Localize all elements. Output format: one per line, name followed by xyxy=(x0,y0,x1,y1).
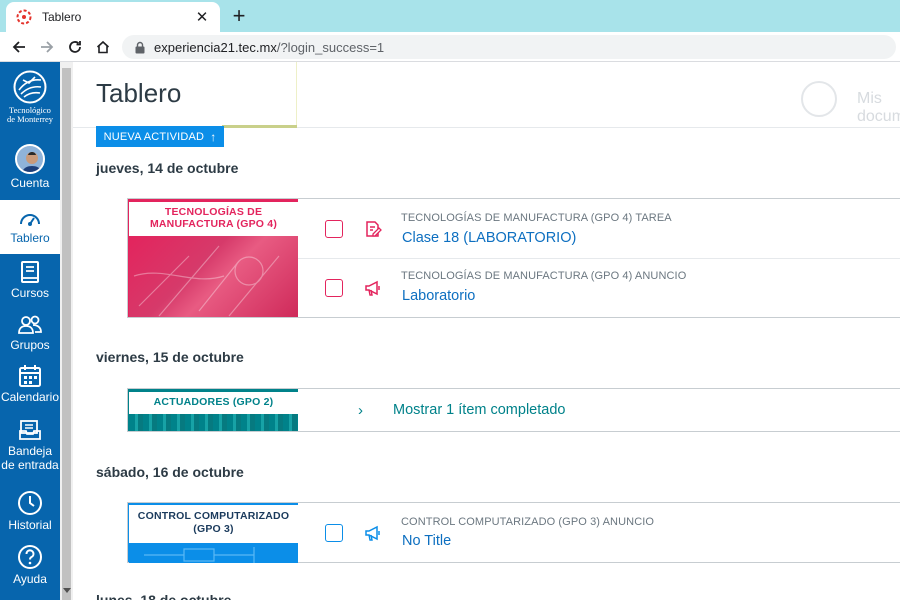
groups-icon xyxy=(18,315,42,334)
tec-logo-icon xyxy=(13,70,47,104)
item-title-link[interactable]: Clase 18 (LABORATORIO) xyxy=(402,230,576,246)
back-icon[interactable] xyxy=(8,36,30,58)
page-title: Tablero xyxy=(96,78,182,108)
day-heading-partial: lunes, 18 de octubre xyxy=(96,592,232,600)
day-heading: viernes, 15 de octubre xyxy=(96,349,244,365)
address-bar: experiencia21.tec.mx/?login_success=1 xyxy=(0,32,900,62)
nav-history[interactable]: Historial xyxy=(0,490,60,534)
item-meta: TECNOLOGÍAS DE MANUFACTURA (GPO 4) TAREA xyxy=(401,212,672,224)
tec-logo[interactable]: Tecnológico de Monterrey xyxy=(0,70,60,124)
clock-icon xyxy=(18,491,42,515)
reload-icon[interactable] xyxy=(64,36,86,58)
scroll-thumb[interactable] xyxy=(62,68,71,600)
nav-label: Historial xyxy=(8,518,52,532)
show-completed-label: Mostrar 1 ítem completado xyxy=(393,402,566,418)
nav-label: Tablero xyxy=(10,231,50,245)
url-input[interactable]: experiencia21.tec.mx/?login_success=1 xyxy=(122,35,896,59)
ghost-text: Mis documentos xyxy=(857,90,900,125)
course-image xyxy=(129,543,298,563)
scroll-down-icon[interactable] xyxy=(63,588,71,593)
planner-item[interactable]: CONTROL COMPUTARIZADO (GPO 3) ANUNCIO No… xyxy=(298,503,900,562)
tab-title: Tablero xyxy=(42,10,82,24)
nav-label: Cuenta xyxy=(10,176,50,190)
canvas-favicon-icon xyxy=(16,9,32,25)
assignment-icon xyxy=(366,221,382,237)
show-completed-toggle[interactable]: › Mostrar 1 ítem completado xyxy=(298,389,900,432)
nav-groups[interactable]: Grupos xyxy=(0,314,60,354)
nav-label: Ayuda xyxy=(13,572,47,586)
inbox-icon xyxy=(19,420,41,440)
url-host: experiencia21.tec.mx xyxy=(154,39,277,55)
calendar-icon xyxy=(19,365,41,387)
announcement-icon xyxy=(365,280,380,296)
url-path: /?login_success=1 xyxy=(276,39,385,55)
nav-courses[interactable]: Cursos xyxy=(0,260,60,302)
course-card[interactable]: CONTROL COMPUTARIZADO (GPO 3) xyxy=(128,503,298,563)
day-heading: jueves, 14 de octubre xyxy=(96,160,239,176)
course-group-control: CONTROL COMPUTARIZADO (GPO 3) CONTROL CO… xyxy=(127,502,900,563)
complete-checkbox[interactable] xyxy=(325,279,343,297)
logo-text: Tecnológico de Monterrey xyxy=(6,105,54,124)
nav-account[interactable]: Cuenta xyxy=(0,144,60,194)
chevron-right-icon: › xyxy=(358,402,363,419)
planner-item[interactable]: TECNOLOGÍAS DE MANUFACTURA (GPO 4) ANUNC… xyxy=(298,259,900,317)
complete-checkbox[interactable] xyxy=(325,220,343,238)
browser-tab[interactable]: Tablero ✕ xyxy=(6,2,220,32)
new-activity-label: NUEVA ACTIVIDAD xyxy=(103,130,205,143)
header-divider xyxy=(296,62,297,128)
item-meta: TECNOLOGÍAS DE MANUFACTURA (GPO 4) ANUNC… xyxy=(401,270,687,282)
nav-label: Grupos xyxy=(10,338,50,352)
help-icon xyxy=(18,545,42,569)
announcement-icon xyxy=(365,525,380,541)
forward-icon[interactable] xyxy=(36,36,58,58)
close-tab-icon[interactable]: ✕ xyxy=(194,8,210,26)
header-accent-bar xyxy=(222,125,297,128)
new-tab-icon[interactable]: + xyxy=(228,3,250,29)
course-group-manufacturing: TECNOLOGÍAS DE MANUFACTURA (GPO 4) TECNO… xyxy=(127,198,900,318)
home-icon[interactable] xyxy=(92,36,114,58)
item-title-link[interactable]: Laboratorio xyxy=(402,288,475,304)
course-image xyxy=(129,236,298,317)
course-group-actuators: ACTUADORES (GPO 2) › Mostrar 1 ítem comp… xyxy=(127,388,900,432)
dashboard-icon xyxy=(20,214,40,226)
nav-dashboard[interactable]: Tablero xyxy=(0,200,60,254)
vertical-scrollbar[interactable] xyxy=(60,62,73,600)
dashboard-header: Mis documentos xyxy=(73,62,900,128)
global-navigation: Tecnológico de Monterrey Cuenta Tablero xyxy=(0,62,60,600)
item-meta: CONTROL COMPUTARIZADO (GPO 3) ANUNCIO xyxy=(401,516,655,528)
nav-inbox[interactable]: Bandeja de entrada xyxy=(0,418,60,478)
nav-label: Calendario xyxy=(0,390,60,404)
header-ghost-panel: Mis documentos xyxy=(401,62,900,127)
planner-item[interactable]: TECNOLOGÍAS DE MANUFACTURA (GPO 4) TAREA… xyxy=(298,199,900,259)
complete-checkbox[interactable] xyxy=(325,524,343,542)
day-heading: sábado, 16 de octubre xyxy=(96,464,244,480)
new-activity-button[interactable]: NUEVA ACTIVIDAD ↑ xyxy=(96,126,224,147)
item-title-link[interactable]: No Title xyxy=(402,533,451,549)
nav-help[interactable]: Ayuda xyxy=(0,544,60,588)
course-image xyxy=(129,414,298,431)
nav-label: Cursos xyxy=(10,286,49,300)
course-card[interactable]: TECNOLOGÍAS DE MANUFACTURA (GPO 4) xyxy=(128,199,298,317)
user-avatar xyxy=(15,144,45,174)
lock-icon xyxy=(135,41,145,53)
nav-calendar[interactable]: Calendario xyxy=(0,364,60,408)
course-name: TECNOLOGÍAS DE MANUFACTURA (GPO 4) xyxy=(149,206,278,230)
course-name: ACTUADORES (GPO 2) xyxy=(153,396,274,408)
arrow-up-icon: ↑ xyxy=(210,129,217,144)
browser-tab-bar: Tablero ✕ + xyxy=(0,0,900,32)
course-name: CONTROL COMPUTARIZADO (GPO 3) xyxy=(137,510,290,535)
ghost-avatar xyxy=(801,81,837,117)
nav-label: Bandeja de entrada xyxy=(1,444,59,472)
book-icon xyxy=(21,261,39,283)
course-card[interactable]: ACTUADORES (GPO 2) xyxy=(128,389,298,431)
